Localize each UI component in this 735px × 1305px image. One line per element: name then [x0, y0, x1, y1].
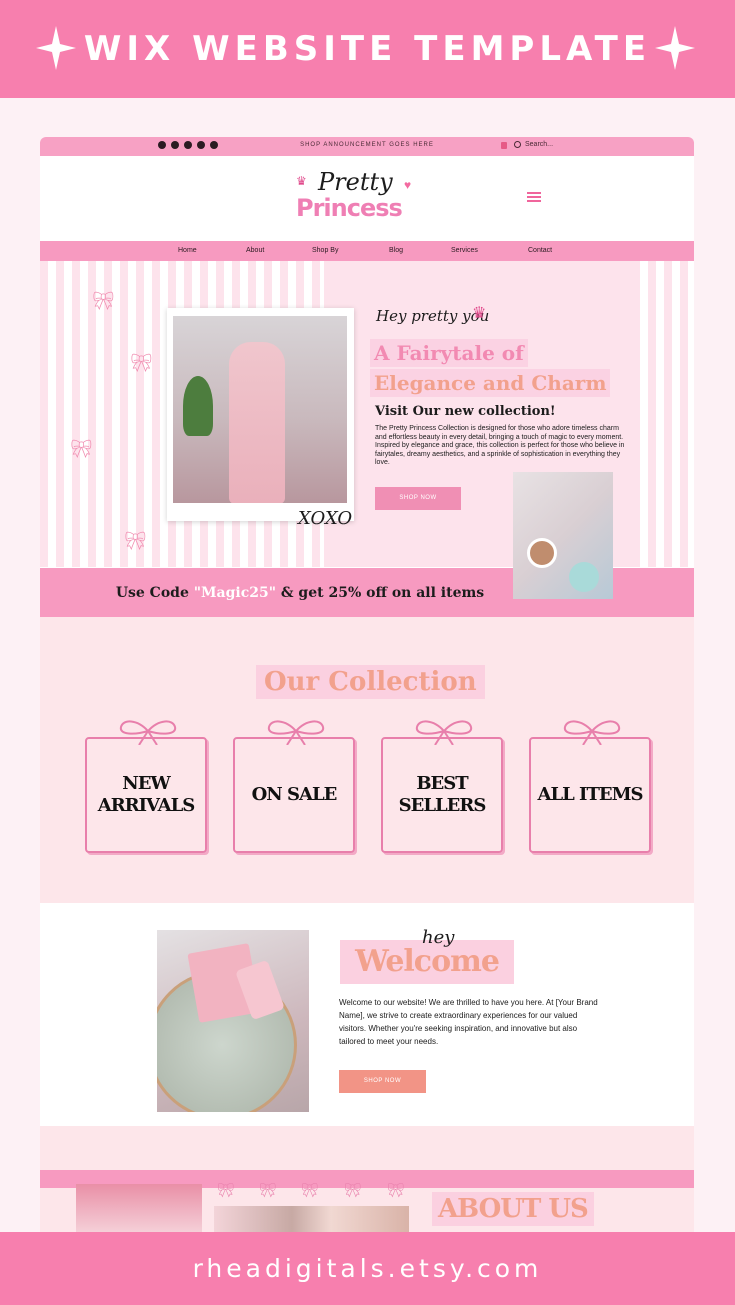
- saucer-image: [569, 562, 599, 592]
- website-preview: SHOP ANNOUNCEMENT GOES HERE Search... ♛ …: [40, 137, 694, 1233]
- bow-icon: 🎀︎: [301, 1182, 319, 1198]
- ribbon-bow-icon: [119, 720, 177, 745]
- announcement-text: SHOP ANNOUNCEMENT GOES HERE: [300, 142, 434, 148]
- banner-title: WIX WEBSITE TEMPLATE: [83, 29, 652, 69]
- hero-headline-1: A Fairytale of: [370, 339, 528, 367]
- bow-icon: 🎀︎: [124, 531, 147, 551]
- shop-url[interactable]: rheadigitals.etsy.com: [193, 1254, 543, 1283]
- bottom-banner: rheadigitals.etsy.com: [0, 1232, 735, 1305]
- bow-icon: 🎀︎: [130, 353, 153, 373]
- bow-icon: 🎀︎: [259, 1182, 277, 1198]
- crown-icon: ♛: [296, 174, 307, 188]
- logo-line2: Princess: [296, 194, 403, 222]
- category-best-sellers[interactable]: BEST SELLERS: [381, 720, 503, 853]
- welcome-shop-now-button[interactable]: SHOP NOW: [339, 1070, 426, 1093]
- about-title: ABOUT US: [432, 1192, 594, 1226]
- notebook-table-photo: [157, 930, 309, 1112]
- hamburger-menu-icon[interactable]: [527, 192, 541, 202]
- welcome-hey: hey: [422, 927, 455, 948]
- collection-title: Our Collection: [256, 665, 485, 699]
- cart-icon[interactable]: [501, 142, 507, 149]
- bow-icon: 🎀︎: [92, 291, 115, 311]
- heart-icon: ♥: [404, 178, 412, 192]
- category-on-sale[interactable]: ON SALE: [233, 720, 355, 853]
- search-icon: [514, 141, 521, 148]
- category-line1: ON SALE: [251, 784, 338, 805]
- bow-icon: 🎀︎: [217, 1182, 235, 1198]
- category-line2: SELLERS: [398, 795, 487, 816]
- ribbon-bow-icon: [267, 720, 325, 745]
- crown-icon: ♛: [472, 305, 487, 322]
- category-all-items[interactable]: ALL ITEMS: [529, 720, 651, 853]
- nav-about[interactable]: About: [246, 247, 264, 254]
- search-placeholder: Search...: [525, 141, 554, 148]
- category-new-arrivals[interactable]: NEW ARRIVALS: [85, 720, 207, 853]
- nav-services[interactable]: Services: [451, 247, 478, 254]
- category-line1: BEST: [416, 773, 468, 794]
- main-nav: Home About Shop By Blog Services Contact: [40, 241, 694, 261]
- about-photo-strip: [214, 1206, 409, 1233]
- bow-icon: 🎀︎: [344, 1182, 362, 1198]
- site-header: ♛ Pretty Princess ♥: [40, 156, 694, 241]
- hero-headline-2: Elegance and Charm: [370, 369, 611, 397]
- ribbon-bow-icon: [415, 720, 473, 745]
- hero-polaroid-photo: [167, 308, 354, 521]
- hero-subheading: Visit Our new collection!: [375, 404, 556, 419]
- category-line1: NEW: [122, 773, 170, 794]
- category-line1: ALL ITEMS: [537, 784, 643, 805]
- hero-section: 🎀︎ 🎀︎ 🎀︎ 🎀︎ XOXO Hey pretty you ♛ A Fair…: [40, 261, 694, 599]
- bow-icon: 🎀︎: [70, 439, 93, 459]
- logo-line1: Pretty: [318, 168, 393, 196]
- about-section: 🎀︎ 🎀︎ 🎀︎ 🎀︎ 🎀︎ ABOUT US: [40, 1126, 694, 1233]
- promo-suffix: & get 25% off on all items: [276, 585, 485, 601]
- nav-shop-by[interactable]: Shop By: [312, 247, 338, 254]
- bow-icon: 🎀︎: [387, 1182, 405, 1198]
- welcome-body: Welcome to our website! We are thrilled …: [339, 998, 598, 1046]
- signature-text: XOXO: [298, 508, 353, 529]
- sparkle-icon: [36, 26, 76, 70]
- collection-section: Our Collection NEW ARRIVALS ON SALE BEST S…: [40, 617, 694, 903]
- promo-code: "Magic25": [193, 585, 277, 601]
- model-photo: [173, 316, 347, 503]
- search-box[interactable]: Search...: [514, 141, 553, 148]
- nav-contact[interactable]: Contact: [528, 247, 552, 254]
- nav-blog[interactable]: Blog: [389, 247, 403, 254]
- welcome-section: hey Welcome Welcome to our website! We a…: [40, 903, 694, 1126]
- about-photo-1: [76, 1184, 202, 1233]
- category-line2: ARRIVALS: [97, 795, 195, 816]
- announcement-bar: SHOP ANNOUNCEMENT GOES HERE Search...: [40, 137, 694, 156]
- pink-dress-image: [229, 342, 285, 503]
- site-logo[interactable]: ♛ Pretty Princess ♥: [296, 168, 436, 228]
- plant-image: [183, 376, 213, 436]
- coffee-cup-image: [527, 538, 557, 568]
- coffee-photo: [513, 472, 613, 599]
- ribbon-bow-icon: [563, 720, 621, 745]
- nav-home[interactable]: Home: [178, 247, 197, 254]
- top-banner: WIX WEBSITE TEMPLATE: [0, 0, 735, 98]
- sparkle-icon: [655, 26, 695, 70]
- promo-text: Use Code "Magic25" & get 25% off on all …: [40, 585, 560, 601]
- promo-prefix: Use Code: [115, 585, 194, 601]
- hero-body-text: The Pretty Princess Collection is design…: [375, 425, 625, 467]
- hero-shop-now-button[interactable]: SHOP NOW: [375, 487, 461, 510]
